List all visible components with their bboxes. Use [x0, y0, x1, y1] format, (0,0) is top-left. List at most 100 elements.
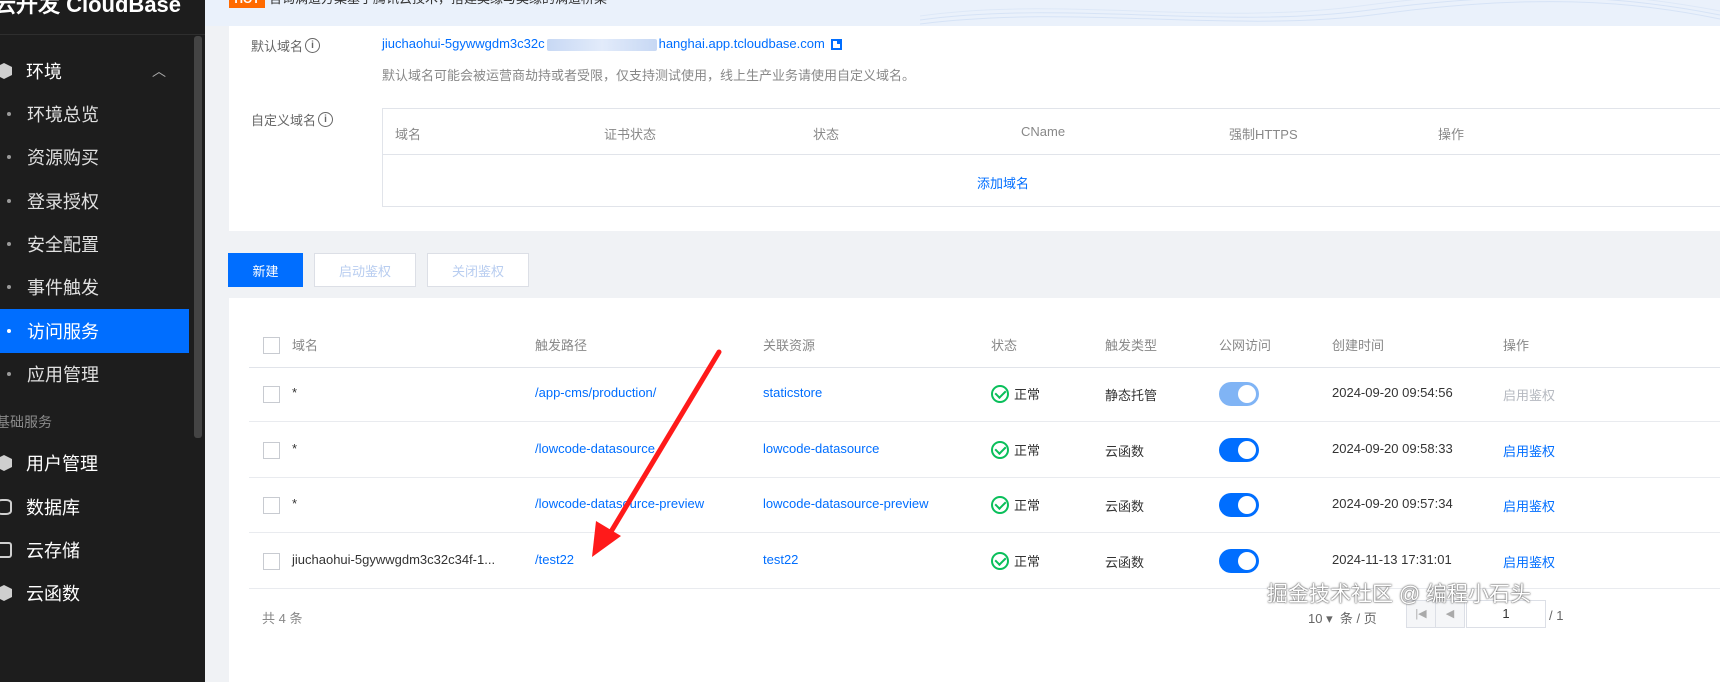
page-size-value: 10: [1308, 611, 1323, 626]
cell-trigger-type: 云函数: [1105, 555, 1145, 570]
cell-resource-link[interactable]: test22: [763, 552, 798, 567]
sidebar-item-purchase[interactable]: 资源购买: [0, 135, 189, 179]
toggle-knob: [1238, 441, 1256, 459]
disable-auth-button[interactable]: 关闭鉴权: [427, 253, 529, 287]
row-checkbox[interactable]: [263, 386, 280, 403]
bullet-icon: [7, 199, 11, 203]
cell-path-link[interactable]: /test22: [535, 552, 574, 567]
cell-created: 2024-09-20 09:54:56: [1332, 385, 1453, 400]
sidebar-item-label: 用户管理: [26, 454, 98, 474]
cell-resource-link[interactable]: lowcode-datasource-preview: [763, 496, 928, 511]
sidebar-item-label: 安全配置: [27, 235, 99, 255]
promo-banner[interactable]: HOT 咨询满道方案基于腾讯云技术，搭建奥缘与奥缘的满道桥梁: [205, 0, 1720, 26]
row-checkbox[interactable]: [263, 497, 280, 514]
column-header: 强制HTTPS: [1229, 127, 1298, 142]
app-logo: 云开发 CloudBase: [0, 0, 182, 17]
status-text: 正常: [1014, 387, 1041, 402]
public-access-toggle[interactable]: [1219, 382, 1259, 406]
info-icon[interactable]: i: [318, 112, 334, 127]
sidebar-group-database[interactable]: 数据库: [0, 485, 194, 529]
page-total: / 1: [1549, 608, 1564, 623]
toggle-knob: [1238, 552, 1256, 570]
sidebar-group-functions[interactable]: 云函数: [0, 571, 194, 615]
toggle-knob: [1238, 385, 1256, 403]
cell-domain: jiuchaohui-5gywwgdm3c32c34f-1...: [292, 552, 496, 567]
cell-status: 正常: [991, 551, 1040, 570]
cell-trigger-type: 云函数: [1105, 444, 1145, 459]
add-domain-link[interactable]: 添加域名: [977, 173, 1029, 192]
sidebar-item-label: 访问服务: [27, 322, 99, 342]
table-row[interactable]: * /lowcode-datasource lowcode-datasource…: [249, 422, 1720, 478]
label-text: 自定义域名: [251, 113, 317, 128]
status-text: 正常: [1014, 554, 1041, 569]
bullet-icon: [7, 285, 11, 289]
sidebar-section-basic: 基础服务: [0, 414, 52, 430]
banner-text: 咨询满道方案基于腾讯云技术，搭建奥缘与奥缘的满道桥梁: [269, 0, 607, 8]
check-circle-icon: [991, 551, 1009, 570]
bullet-icon: [7, 372, 11, 376]
check-circle-icon: [991, 384, 1009, 403]
cell-path-link[interactable]: /lowcode-datasource-preview: [535, 496, 704, 511]
bullet-icon: [7, 155, 11, 159]
column-header-path: 触发路径: [535, 338, 588, 353]
cell-domain: *: [292, 385, 298, 400]
sidebar-item-label: 事件触发: [27, 278, 99, 298]
table-row[interactable]: * /app-cms/production/ staticstore 正常 静态…: [249, 366, 1720, 422]
sidebar-item-label: 云存储: [26, 541, 80, 561]
sidebar-item-security[interactable]: 安全配置: [0, 222, 189, 266]
public-access-toggle[interactable]: [1219, 438, 1259, 462]
custom-domain-table: 域名 证书状态 状态 CName 强制HTTPS 操作 添加域名: [382, 108, 1720, 207]
enable-auth-button[interactable]: 启动鉴权: [314, 253, 416, 287]
enable-auth-link[interactable]: 启用鉴权: [1503, 552, 1555, 571]
enable-auth-link[interactable]: 启用鉴权: [1503, 385, 1555, 404]
cell-resource-link[interactable]: staticstore: [763, 385, 822, 400]
sidebar-group-env[interactable]: 环境 ︿: [0, 49, 194, 93]
public-access-toggle[interactable]: [1219, 549, 1259, 573]
table-row[interactable]: * /lowcode-datasource-preview lowcode-da…: [249, 477, 1720, 533]
enable-auth-link[interactable]: 启用鉴权: [1503, 496, 1555, 515]
row-checkbox[interactable]: [263, 553, 280, 570]
sidebar-item-app-manage[interactable]: 应用管理: [0, 352, 189, 396]
enable-auth-link[interactable]: 启用鉴权: [1503, 441, 1555, 460]
cell-path-link[interactable]: /lowcode-datasource: [535, 441, 655, 456]
route-table-card: 域名 触发路径 关联资源 状态 触发类型 公网访问 创建时间 操作 * /app…: [229, 298, 1720, 682]
default-domain-note: 默认域名可能会被运营商劫持或者受限，仅支持测试使用，线上生产业务请使用自定义域名…: [382, 68, 916, 83]
sidebar-item-event-trigger[interactable]: 事件触发: [0, 265, 189, 309]
custom-domain-label: 自定义域名 i: [251, 110, 334, 129]
public-access-toggle[interactable]: [1219, 493, 1259, 517]
status-text: 正常: [1014, 443, 1041, 458]
sidebar-scrollbar[interactable]: [194, 36, 202, 438]
sidebar-divider: [0, 34, 205, 35]
default-domain-link[interactable]: jiuchaohui-5gywwgdm3c32c hanghai.app.tclo…: [382, 36, 842, 51]
cell-trigger-type: 静态托管: [1105, 388, 1158, 403]
column-header: 操作: [1438, 127, 1465, 142]
total-count: 共 4 条: [262, 611, 303, 626]
hot-badge: HOT: [229, 0, 265, 8]
row-checkbox[interactable]: [263, 442, 280, 459]
label-text: 默认域名: [251, 39, 304, 54]
new-button[interactable]: 新建: [228, 253, 303, 287]
cell-created: 2024-09-20 09:57:34: [1332, 496, 1453, 511]
column-header-resource: 关联资源: [763, 338, 816, 353]
sidebar-item-login-auth[interactable]: 登录授权: [0, 179, 189, 223]
cell-resource-link[interactable]: lowcode-datasource: [763, 441, 879, 456]
column-header-domain: 域名: [292, 338, 319, 353]
sidebar-item-overview[interactable]: 环境总览: [0, 92, 189, 136]
column-header: CName: [1021, 124, 1066, 139]
sidebar-group-storage[interactable]: 云存储: [0, 528, 194, 572]
function-icon: [0, 585, 12, 601]
env-icon: [0, 63, 12, 79]
table-header: 域名 触发路径 关联资源 状态 触发类型 公网访问 创建时间 操作: [249, 325, 1720, 368]
column-header-created: 创建时间: [1332, 338, 1385, 353]
select-all-checkbox[interactable]: [263, 337, 280, 354]
sidebar-item-access-service[interactable]: 访问服务: [0, 309, 189, 353]
page-size-select[interactable]: 10 ▾ 条 / 页: [1308, 608, 1377, 627]
info-icon[interactable]: i: [305, 38, 321, 53]
database-icon: [0, 499, 12, 515]
cell-path-link[interactable]: /app-cms/production/: [535, 385, 656, 400]
column-header-public-access: 公网访问: [1219, 338, 1272, 353]
external-link-icon[interactable]: [830, 39, 842, 51]
sidebar-group-users[interactable]: 用户管理: [0, 441, 194, 485]
sidebar-item-label: 云函数: [26, 584, 80, 604]
sidebar-item-label: 环境总览: [27, 105, 99, 125]
